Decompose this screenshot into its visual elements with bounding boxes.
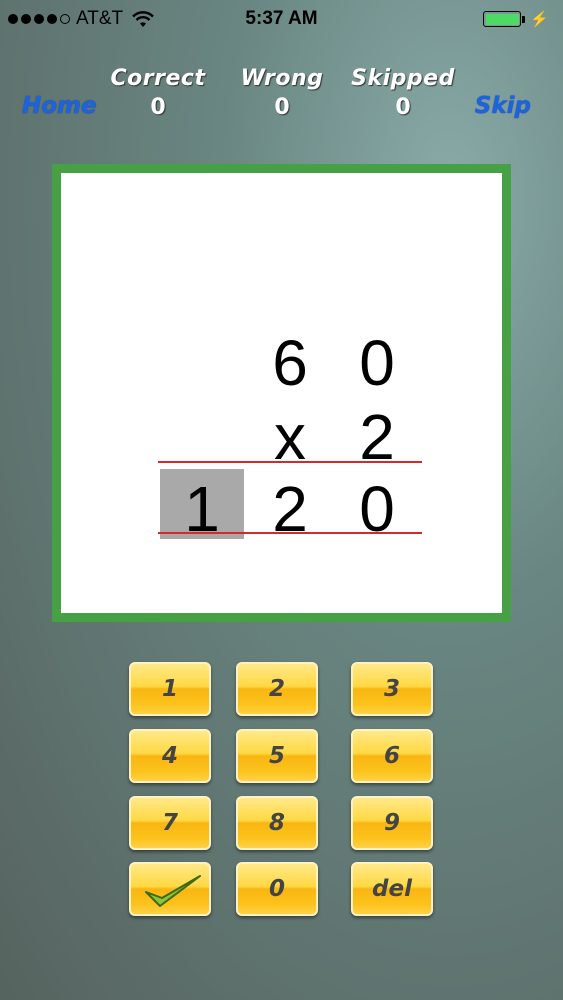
wrong-count: 0 [274,95,290,120]
key-1[interactable]: 1 [129,662,211,716]
wrong-label: Wrong [240,66,324,91]
skipped-stat: Skipped 0 [333,66,473,120]
charging-icon: ⚡ [530,11,549,28]
skip-button[interactable]: Skip [475,93,531,119]
problem-card: 6 0 x 2 1 2 0 [52,164,511,622]
top-digit-tens: 6 [272,327,308,399]
skipped-count: 0 [395,95,411,120]
key-8[interactable]: 8 [236,796,318,850]
key-7[interactable]: 7 [129,796,211,850]
submit-button[interactable] [129,862,211,916]
operator-sign: x [274,401,306,473]
key-0[interactable]: 0 [236,862,318,916]
battery-icon: ⚡ [483,10,549,28]
checkmark-icon [145,875,201,907]
key-5[interactable]: 5 [236,729,318,783]
wrong-stat: Wrong 0 [212,66,352,120]
delete-button[interactable]: del [351,862,433,916]
skipped-label: Skipped [351,66,455,91]
correct-count: 0 [150,95,166,120]
status-time: 5:37 AM [245,8,318,29]
key-2[interactable]: 2 [236,662,318,716]
key-9[interactable]: 9 [351,796,433,850]
key-6[interactable]: 6 [351,729,433,783]
key-3[interactable]: 3 [351,662,433,716]
result-line-top [158,461,422,463]
multiplier-digit: 2 [359,401,395,473]
correct-stat: Correct 0 [88,66,228,120]
correct-label: Correct [110,66,206,91]
result-line-bottom [158,532,422,534]
key-4[interactable]: 4 [129,729,211,783]
home-button[interactable]: Home [22,93,97,119]
status-bar: AT&T 5:37 AM ⚡ [0,0,563,40]
top-digit-ones: 0 [359,327,395,399]
